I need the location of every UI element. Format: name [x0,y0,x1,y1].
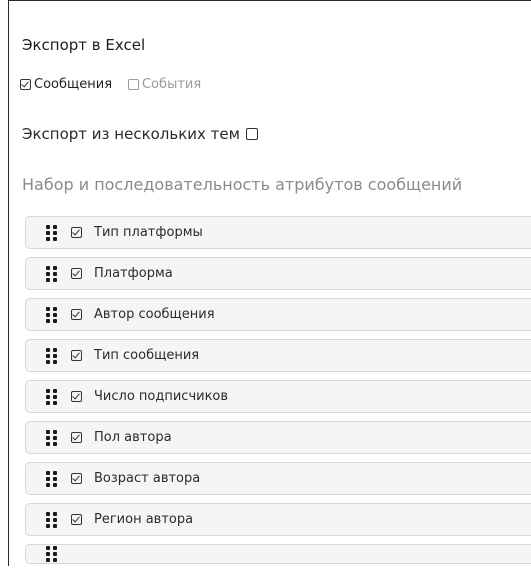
attribute-row[interactable]: Пол автора [25,421,531,454]
attribute-checkbox[interactable] [71,514,82,525]
drag-handle-icon[interactable] [46,388,57,405]
attribute-label: Возраст автора [94,471,201,486]
drag-handle-icon[interactable] [46,224,57,241]
messages-label: Сообщения [34,77,113,92]
attribute-checkbox[interactable] [71,473,82,484]
attribute-row[interactable]: Платформа [25,257,531,290]
attribute-label: Автор сообщения [94,307,215,322]
export-panel: Экспорт в Excel Сообщения События Экспор… [8,0,531,566]
attribute-checkbox[interactable] [71,432,82,443]
attribute-checkbox[interactable] [71,227,82,238]
drag-handle-icon[interactable] [46,511,57,528]
drag-handle-icon[interactable] [46,470,57,487]
attribute-row[interactable]: Автор сообщения [25,298,531,331]
attribute-label: Пол автора [94,430,172,445]
events-checkbox [128,79,140,90]
attribute-label: Тип платформы [94,225,203,240]
drag-handle-icon[interactable] [46,546,57,562]
multi-topic-export: Экспорт из нескольких тем [22,125,258,143]
attribute-label: Число подписчиков [94,389,229,404]
attribute-checkbox[interactable] [71,350,82,361]
drag-handle-icon[interactable] [46,429,57,446]
multi-topic-label: Экспорт из нескольких тем [22,125,240,143]
attribute-row[interactable]: Число подписчиков [25,380,531,413]
attribute-checkbox[interactable] [71,268,82,279]
drag-handle-icon[interactable] [46,306,57,323]
attribute-row[interactable]: Регион автора [25,503,531,536]
attribute-label: Регион автора [94,512,194,527]
attributes-heading: Набор и последовательность атрибутов соо… [22,175,463,194]
drag-handle-icon[interactable] [46,347,57,364]
attribute-label: Платформа [94,266,173,281]
type-option-events: События [128,77,201,92]
messages-checkbox[interactable] [20,79,31,90]
export-title: Экспорт в Excel [22,36,146,54]
attribute-row[interactable]: Тип сообщения [25,339,531,372]
attribute-checkbox[interactable] [71,309,82,320]
attributes-list: Тип платформы Платформа Автор сообщения … [25,216,531,572]
type-option-messages[interactable]: Сообщения [20,77,112,92]
attribute-row[interactable]: Возраст автора [25,462,531,495]
attribute-row[interactable]: Тип платформы [25,216,531,249]
attribute-label: Тип сообщения [94,348,200,363]
attribute-row-cut-off[interactable] [25,544,531,564]
export-type-options: Сообщения События [20,77,217,92]
drag-handle-icon[interactable] [46,265,57,282]
attribute-checkbox[interactable] [71,391,82,402]
multi-topic-checkbox[interactable] [245,128,258,140]
events-label: События [142,77,202,92]
